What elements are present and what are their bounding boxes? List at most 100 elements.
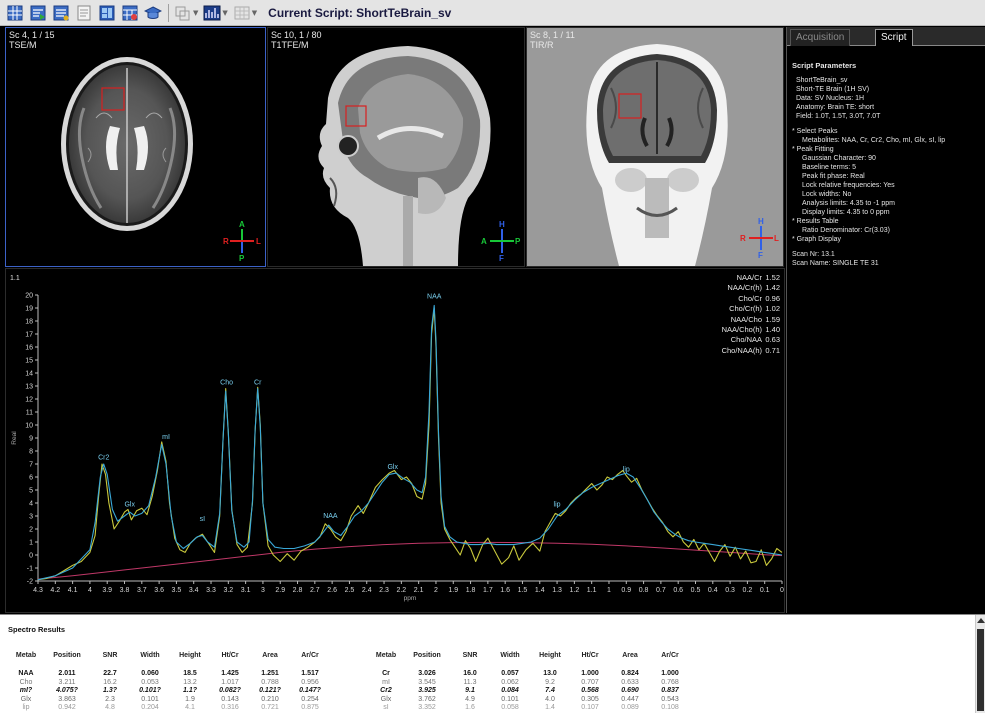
column-header[interactable]: Area xyxy=(610,648,650,662)
ratio-row: Cho/NAA 0.63 xyxy=(722,335,780,345)
grid-disabled-icon[interactable] xyxy=(233,4,251,22)
table-cell: 1.000 xyxy=(581,670,599,677)
spectrum-plot[interactable]: 1.1 -2 -1 0 1 2 3 4 5 6 7 8 9 10 11 12 13 14 15 16 17 18 19 20 4… xyxy=(5,268,785,613)
column-header[interactable]: Ht/Cr xyxy=(570,648,610,662)
y-tick-label: 15 xyxy=(25,358,33,365)
table-row[interactable]: lip 0.942 4.8 0.204 4.1 0.316 0.721 0.875 xyxy=(8,704,330,713)
x-tick-label: 2.4 xyxy=(362,587,372,594)
graduation-cap-icon[interactable] xyxy=(144,4,162,22)
orient-right-label: L xyxy=(256,237,261,246)
current-script-title: Current Script: ShortTeBrain_sv xyxy=(268,5,452,20)
spectrum-corner-label: 1.1 xyxy=(10,275,20,282)
peak-label: sI xyxy=(200,516,206,523)
orient-bottom-label: F xyxy=(758,251,763,260)
column-header[interactable]: SNR xyxy=(450,648,490,662)
x-tick-label: 1.7 xyxy=(483,587,493,594)
x-tick-label: 2.2 xyxy=(396,587,406,594)
column-header[interactable]: Position xyxy=(404,648,450,662)
column-header[interactable]: Ar/Cr xyxy=(290,648,330,662)
table-row[interactable]: Cho 3.211 16.2 0.053 13.2 1.017 0.788 0.956 xyxy=(8,679,330,688)
page-icon[interactable] xyxy=(75,4,93,22)
tab-acquisition[interactable]: Acquisition xyxy=(790,29,851,46)
table-cell: 3.545 xyxy=(418,678,436,686)
column-header[interactable]: Metab xyxy=(368,648,404,662)
chevron-down-icon[interactable]: ▼ xyxy=(193,9,198,17)
table-cell: 0.101 xyxy=(141,695,159,703)
peak-label: Cr xyxy=(254,379,262,386)
chevron-down-icon[interactable]: ▼ xyxy=(252,9,257,17)
sagittal-viewport[interactable]: Sc 10, 1 / 80 T1TFE/M H A P F xyxy=(267,27,525,267)
scroll-thumb[interactable] xyxy=(977,629,984,711)
coronal-viewport[interactable]: Sc 8, 1 / 11 TIR/R H R L F xyxy=(526,27,784,267)
y-tick-label: 8 xyxy=(29,449,33,456)
table-row[interactable]: Glx 3.762 4.9 0.101 4.0 0.305 0.447 0.543 xyxy=(368,696,690,705)
x-tick-label: 4.1 xyxy=(68,587,78,594)
table-cell: 3.762 xyxy=(418,695,436,703)
baseline-line xyxy=(37,541,783,580)
viewport-label: Sc 10, 1 / 80 T1TFE/M xyxy=(271,30,322,50)
column-header[interactable]: Width xyxy=(130,648,170,662)
table-row[interactable]: mI 3.545 11.3 0.062 9.2 0.707 0.633 0.768 xyxy=(368,679,690,688)
table-cell: 0.254 xyxy=(301,695,319,703)
peak-fitting-item[interactable]: * Peak Fitting xyxy=(792,145,982,154)
x-tick-label: 1.9 xyxy=(448,587,458,594)
script-list-icon[interactable] xyxy=(52,4,70,22)
y-tick-label: 3 xyxy=(29,514,33,521)
layers-icon[interactable] xyxy=(174,4,192,22)
column-header[interactable]: Area xyxy=(250,648,290,662)
histogram-icon[interactable] xyxy=(203,4,221,22)
grid-icon[interactable] xyxy=(6,4,24,22)
table-row[interactable]: Glx 3.863 2.3 0.101 1.9 0.143 0.210 0.254 xyxy=(8,696,330,705)
table-cell: 2.011 xyxy=(58,670,76,677)
column-header[interactable]: Width xyxy=(490,648,530,662)
script-run-icon[interactable] xyxy=(29,4,47,22)
axial-viewport[interactable]: Sc 4, 1 / 15 TSE/M A R L P xyxy=(5,27,266,267)
orient-left-label: A xyxy=(481,237,487,246)
x-tick-label: 3.4 xyxy=(189,587,199,594)
chevron-down-icon[interactable]: ▼ xyxy=(222,9,227,17)
scroll-up-arrow-icon[interactable] xyxy=(977,618,985,623)
table-cell: 3.026 xyxy=(418,670,436,677)
table-cell: 0.768 xyxy=(661,678,679,686)
table-cell: lip xyxy=(22,704,30,711)
column-header[interactable]: Ht/Cr xyxy=(210,648,250,662)
table-cell: 1.9 xyxy=(185,695,195,703)
table-cell: 1.6 xyxy=(465,704,475,711)
table-icon[interactable] xyxy=(121,4,139,22)
y-tick-label: 2 xyxy=(29,527,33,534)
results-table-item[interactable]: * Results Table xyxy=(792,217,982,226)
x-tick-label: 3.1 xyxy=(241,587,251,594)
table-cell: Glx xyxy=(20,695,32,703)
results-scrollbar[interactable] xyxy=(975,615,985,713)
orient-top-label: H xyxy=(499,220,505,229)
column-header[interactable]: Position xyxy=(44,648,90,662)
orient-bottom-label: F xyxy=(499,254,504,263)
select-peaks-item[interactable]: * Select Peaks xyxy=(792,127,982,136)
tab-script[interactable]: Script xyxy=(875,29,913,46)
x-tick-label: 1.3 xyxy=(552,587,562,594)
table-cell: 0.690 xyxy=(621,687,639,694)
x-tick-label: 3.9 xyxy=(102,587,112,594)
layout-icon[interactable] xyxy=(98,4,116,22)
column-header[interactable]: Metab xyxy=(8,648,44,662)
column-header[interactable]: SNR xyxy=(90,648,130,662)
column-header[interactable]: Height xyxy=(530,648,570,662)
table-row[interactable]: mI? 4.075? 1.3? 0.101? 1.1? 0.082? 0.121? 0.147… xyxy=(8,687,330,696)
y-tick-label: 19 xyxy=(25,306,33,313)
y-tick-label: 12 xyxy=(25,397,33,404)
x-tick-label: 0.9 xyxy=(621,587,631,594)
column-header[interactable]: Height xyxy=(170,648,210,662)
table-cell: 0.108 xyxy=(661,704,679,711)
table-cell: 3.211 xyxy=(58,678,76,686)
table-cell: 3.352 xyxy=(418,704,436,711)
table-row[interactable]: sI 3.352 1.6 0.058 1.4 0.107 0.089 0.108 xyxy=(368,704,690,713)
script-field-line: Field: 1.0T, 1.5T, 3.0T, 7.0T xyxy=(796,113,881,120)
table-row[interactable]: NAA 2.011 22.7 0.060 18.5 1.425 1.251 1.517 xyxy=(8,670,330,679)
table-cell: Cr2 xyxy=(380,687,392,694)
graph-display-item[interactable]: * Graph Display xyxy=(792,235,982,244)
table-row[interactable]: Cr 3.026 16.0 0.057 13.0 1.000 0.824 1.000 xyxy=(368,670,690,679)
column-header[interactable]: Ar/Cr xyxy=(650,648,690,662)
table-row[interactable]: Cr2 3.925 9.1 0.084 7.4 0.568 0.690 0.837 xyxy=(368,687,690,696)
ratio-label: NAA/Cho(h) xyxy=(721,325,762,335)
ratio-label: NAA/Cr xyxy=(736,273,762,282)
